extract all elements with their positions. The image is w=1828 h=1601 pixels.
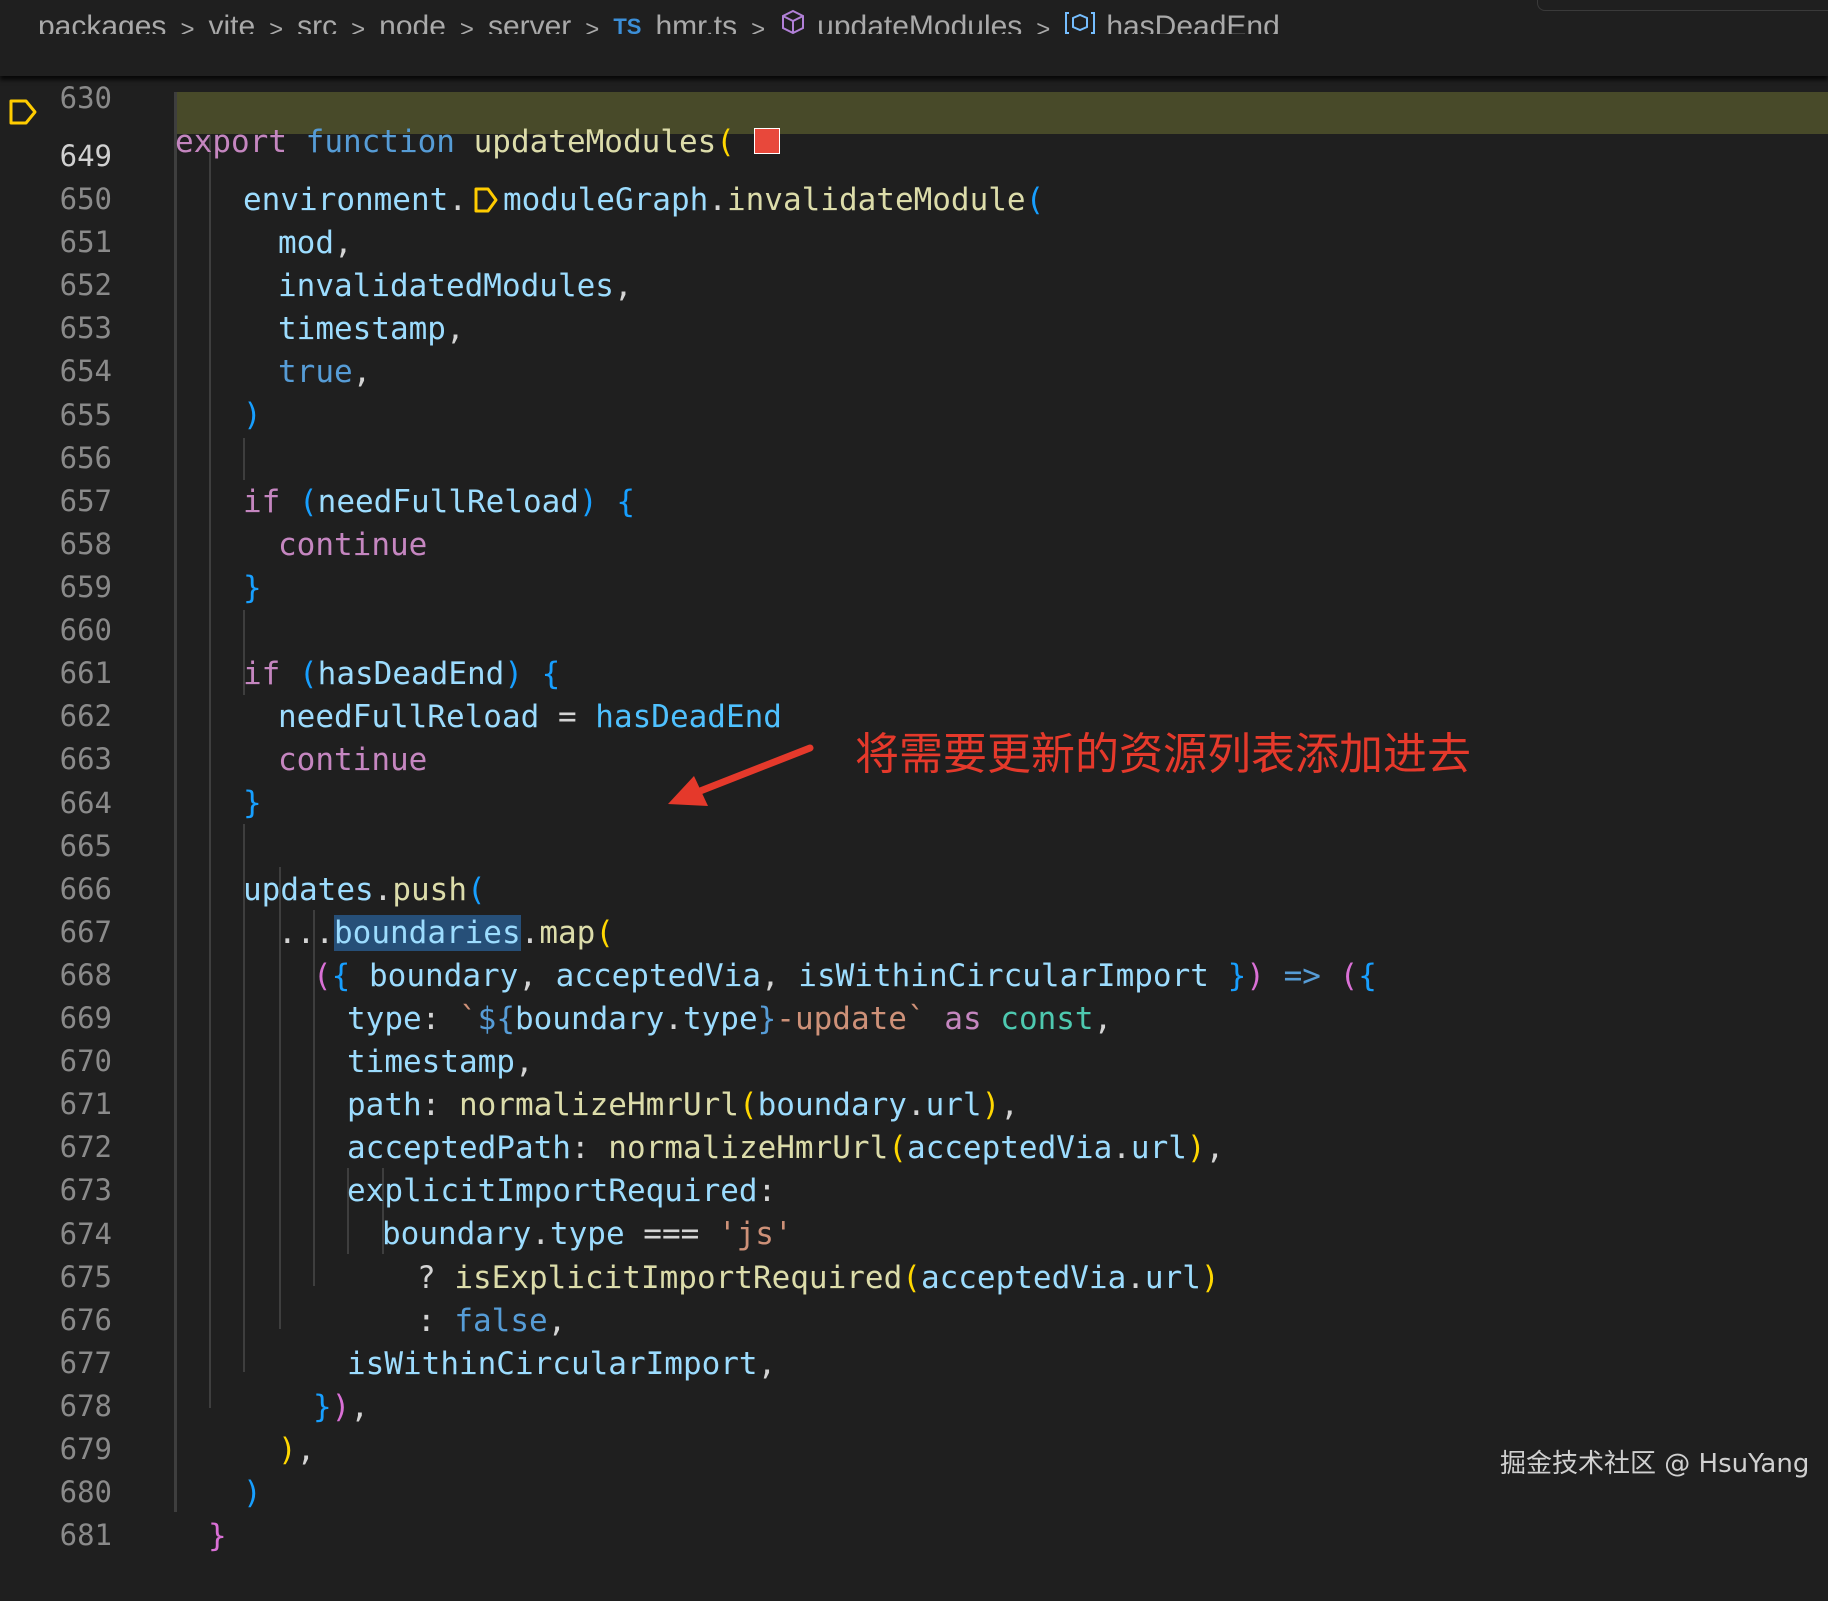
chevron-right-icon: > bbox=[751, 16, 766, 34]
line-number: 681 bbox=[59, 1518, 112, 1553]
code-line[interactable]: 659 bbox=[0, 523, 1828, 604]
code-line[interactable]: 669 timestamp, bbox=[0, 954, 1828, 1079]
chevron-right-icon: > bbox=[180, 16, 195, 34]
watermark: 掘金技术社区 @ HsuYang bbox=[1500, 1449, 1810, 1479]
code-line[interactable]: 670 path: normalizeHmrUrl(boundary.url), bbox=[0, 997, 1828, 1122]
token: function bbox=[305, 123, 455, 160]
code-line[interactable]: 674 ? isExplicitImportRequired(acceptedV… bbox=[0, 1170, 1828, 1295]
code-line[interactable]: 654 ) bbox=[0, 307, 1828, 432]
chevron-right-icon: > bbox=[585, 16, 600, 34]
typescript-file-icon: TS bbox=[613, 14, 642, 34]
code-line[interactable]: 658 } bbox=[0, 480, 1828, 605]
code-line[interactable]: 665 updates.push( bbox=[0, 782, 1828, 907]
sticky-line[interactable]: 630 export function updateModules( bbox=[0, 34, 1828, 160]
code-line[interactable]: 668 type: `${boundary.type}-update` as c… bbox=[0, 911, 1828, 1036]
code-line[interactable]: 666 ...boundaries.map( bbox=[0, 825, 1828, 951]
annotation-arrow-icon bbox=[668, 744, 814, 806]
token: updateModules bbox=[473, 123, 717, 160]
chevron-right-icon: > bbox=[459, 16, 474, 34]
color-swatch-icon bbox=[753, 127, 780, 154]
code-line[interactable]: 651 invalidatedModules, bbox=[0, 178, 1828, 303]
token: } bbox=[208, 1517, 227, 1554]
chevron-right-icon: > bbox=[269, 16, 284, 34]
code-line[interactable]: 672 explicitImportRequired: bbox=[0, 1083, 1828, 1208]
breadcrumb-item-src[interactable]: src bbox=[297, 10, 337, 34]
line-number: 630 bbox=[59, 81, 112, 116]
token: ( bbox=[716, 123, 735, 160]
breadcrumb-item-node[interactable]: node bbox=[379, 10, 446, 34]
code-line[interactable]: 662 continue bbox=[0, 652, 1828, 777]
code-line[interactable]: 677 }), bbox=[0, 1299, 1828, 1424]
token: export bbox=[175, 123, 287, 160]
breadcrumb-item-packages[interactable]: packages bbox=[38, 10, 166, 34]
code-line[interactable]: 675 : false, bbox=[0, 1213, 1828, 1338]
breadcrumb-item-server[interactable]: server bbox=[488, 10, 571, 34]
sticky-scroll-header[interactable]: 630 export function updateModules( bbox=[0, 34, 1828, 160]
code-line[interactable]: 661 needFullReload = hasDeadEnd bbox=[0, 609, 1828, 734]
code-text: } bbox=[208, 1515, 227, 1558]
variable-icon bbox=[1064, 10, 1096, 34]
breadcrumb-item-variable[interactable]: hasDeadEnd bbox=[1106, 10, 1279, 34]
code-line[interactable]: 655 bbox=[0, 351, 1828, 432]
code-line[interactable]: 678 ), bbox=[0, 1342, 1828, 1467]
code-line[interactable]: 653 true, bbox=[0, 264, 1828, 389]
method-cube-icon bbox=[779, 8, 807, 34]
annotation-text: 将需要更新的资源列表添加进去 bbox=[855, 729, 1471, 780]
chevron-right-icon: > bbox=[351, 16, 366, 34]
code-line[interactable]: 652 timestamp, bbox=[0, 221, 1828, 346]
breadcrumb-item-function[interactable]: updateModules bbox=[817, 10, 1022, 34]
breadcrumb: packages > vite > src > node > server > … bbox=[0, 0, 1828, 34]
code-line[interactable]: 679 ) bbox=[0, 1385, 1828, 1510]
code-line[interactable]: 673 boundary.type === 'js' bbox=[0, 1126, 1828, 1251]
code-line[interactable]: 676 isWithinCircularImport, bbox=[0, 1256, 1828, 1381]
code-line[interactable]: 657 continue bbox=[0, 437, 1828, 562]
chevron-right-icon: > bbox=[1036, 16, 1051, 34]
code-line[interactable]: 671 acceptedPath: normalizeHmrUrl(accept… bbox=[0, 1040, 1828, 1165]
code-text: export function updateModules( bbox=[175, 121, 780, 164]
code-line[interactable]: 660 if (hasDeadEnd) { bbox=[0, 566, 1828, 691]
breadcrumb-item-vite[interactable]: vite bbox=[208, 10, 255, 34]
code-line[interactable]: 656 if (needFullReload) { bbox=[0, 394, 1828, 519]
breadcrumb-item-file[interactable]: hmr.ts bbox=[655, 10, 737, 34]
minimap-edge bbox=[1537, 0, 1828, 11]
code-line[interactable]: 667 ({ boundary, acceptedVia, isWithinCi… bbox=[0, 868, 1828, 993]
